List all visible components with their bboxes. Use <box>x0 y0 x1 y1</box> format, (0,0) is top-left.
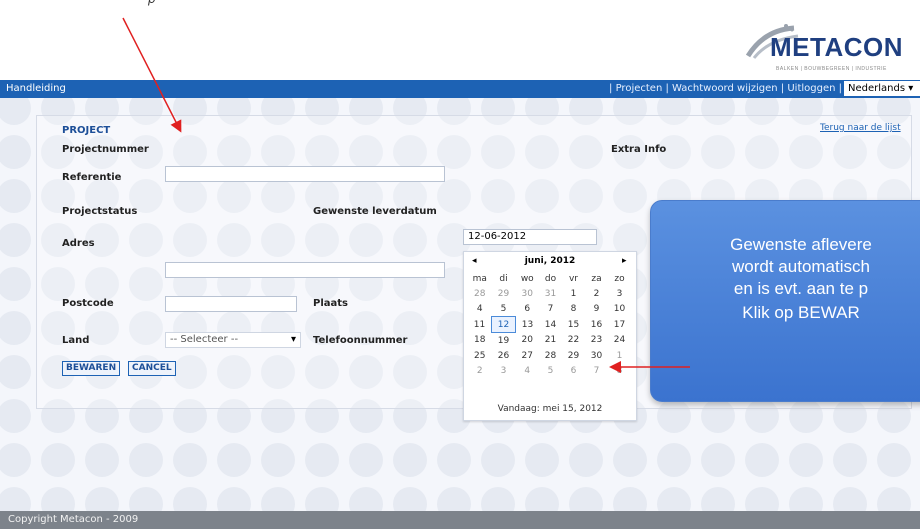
footer-bar: Copyright Metacon - 2009 <box>0 511 920 529</box>
copyright-text: Copyright Metacon - 2009 <box>8 514 139 525</box>
annotation-arrow-top <box>122 17 182 133</box>
annotation-arrows <box>122 17 690 373</box>
